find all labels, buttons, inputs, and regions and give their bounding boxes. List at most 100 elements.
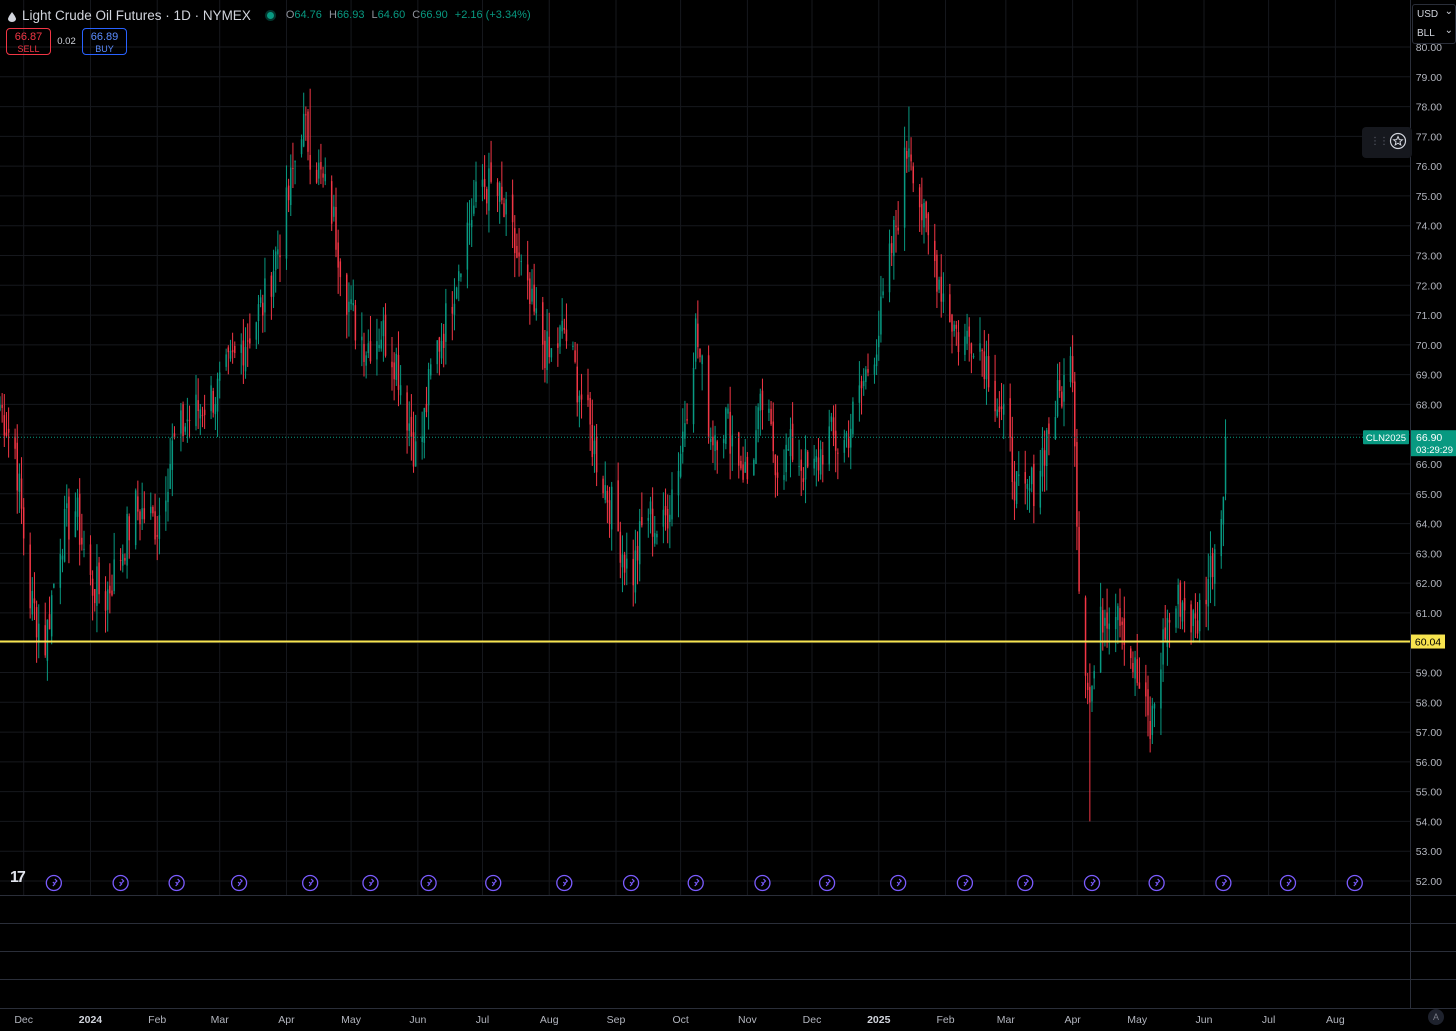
event-marker-icon[interactable] [302, 874, 319, 892]
buy-button[interactable]: 66.89 BUY [82, 28, 127, 55]
candle-body [442, 333, 445, 348]
candle-body [473, 205, 475, 214]
candle-body [488, 168, 490, 211]
candle-body [503, 203, 505, 218]
candle-body [154, 511, 156, 540]
candle-body [78, 493, 81, 545]
favorite-star-icon[interactable] [1389, 132, 1407, 150]
candle-body [606, 490, 609, 503]
candle-body [307, 111, 309, 152]
event-marker-icon[interactable] [1215, 874, 1232, 892]
x-tick-label: Jul [1262, 1014, 1275, 1026]
symbol-title[interactable]: Light Crude Oil Futures · 1D · NYMEX [22, 8, 251, 23]
x-tick-label: Nov [738, 1014, 757, 1026]
event-marker-icon[interactable] [45, 874, 62, 892]
event-marker-icon[interactable] [1017, 874, 1034, 892]
event-marker-icon[interactable] [168, 874, 185, 892]
x-tick-label: Aug [1326, 1014, 1345, 1026]
candle-body [934, 240, 936, 262]
candle-body [925, 201, 927, 219]
event-marker-icon[interactable] [112, 874, 129, 892]
event-marker-icon[interactable] [556, 874, 573, 892]
candle-body [927, 213, 930, 236]
candle-body [195, 394, 197, 427]
candle-body [682, 431, 684, 453]
candle-body [322, 173, 324, 178]
event-marker-icon[interactable] [1279, 874, 1297, 892]
candle-body [7, 428, 10, 433]
sell-button[interactable]: 66.87 SELL [6, 28, 51, 55]
candle-body [199, 409, 202, 419]
candle-body [710, 438, 712, 442]
candle-body [61, 555, 64, 560]
candle-body [440, 340, 443, 359]
tradingview-logo[interactable]: 17 [10, 869, 26, 887]
candle-body [1054, 416, 1057, 440]
candle-body [542, 302, 544, 345]
x-tick-label: Jun [409, 1014, 426, 1026]
candle-body [1119, 608, 1121, 626]
candle-body [847, 438, 850, 448]
candle-body [936, 254, 938, 292]
candle-body [880, 296, 882, 335]
candle-body [574, 350, 576, 362]
candle-body [1015, 471, 1018, 504]
candle-body [787, 449, 790, 451]
unit-dropdown[interactable]: BLL [1413, 21, 1455, 43]
event-marker-icon[interactable] [818, 874, 836, 892]
event-marker-icon[interactable] [420, 874, 437, 892]
candle-body [1, 404, 3, 408]
event-marker-icon[interactable] [687, 874, 704, 892]
change-value: +2.16 (+3.34%) [454, 9, 531, 21]
event-marker-icon[interactable] [1148, 874, 1165, 892]
candle-body [44, 625, 46, 656]
y-tick-label: 56.00 [1416, 757, 1442, 769]
candle-body [548, 336, 550, 358]
candle-body [1183, 598, 1186, 611]
candle-body [287, 185, 290, 201]
x-tick-label: Dec [14, 1014, 33, 1026]
candle-body [923, 202, 925, 228]
candle-body [604, 485, 606, 500]
candle-body [1224, 437, 1227, 494]
event-marker-icon[interactable] [754, 874, 771, 892]
event-marker-icon[interactable] [1083, 874, 1101, 892]
candle-body [1104, 617, 1106, 626]
candle-body [414, 441, 417, 467]
candle-body [651, 508, 654, 537]
event-marker-icon[interactable] [230, 874, 248, 892]
candle-body [518, 252, 520, 257]
candle-body [1099, 606, 1102, 673]
drag-handle-icon[interactable]: ⋮⋮ [1370, 136, 1389, 147]
last-price-label: 66.90 [1416, 432, 1442, 444]
candle-body [1030, 467, 1033, 485]
price-chart[interactable]: 80.0079.0078.0077.0076.0075.0074.0073.00… [0, 0, 1456, 1031]
candle-body [35, 607, 38, 638]
event-marker-icon[interactable] [485, 874, 502, 892]
x-tick-label: Apr [278, 1014, 295, 1026]
event-marker-icon[interactable] [1346, 874, 1363, 892]
candle-body [124, 557, 126, 561]
candle-body [369, 341, 372, 362]
candle-body [774, 454, 777, 476]
candle-body [197, 400, 199, 412]
candle-body [632, 558, 634, 586]
candle-body [865, 369, 867, 383]
event-marker-icon[interactable] [622, 874, 640, 892]
candle-body [589, 397, 591, 425]
candle-body [837, 452, 839, 454]
candle-body [240, 344, 242, 353]
x-tick-label: Mar [211, 1014, 230, 1026]
event-marker-icon[interactable] [362, 874, 379, 892]
auto-scale-button[interactable]: A [1428, 1009, 1444, 1025]
candle-body [828, 426, 830, 465]
candle-body [873, 364, 876, 375]
candle-body [227, 347, 230, 353]
event-marker-icon[interactable] [956, 874, 974, 892]
sell-price: 66.87 [14, 31, 43, 43]
event-marker-icon[interactable] [890, 874, 907, 892]
candle-body [1093, 671, 1095, 679]
y-tick-label: 76.00 [1416, 161, 1442, 173]
candle-body [354, 305, 357, 341]
buy-price: 66.89 [90, 31, 119, 43]
